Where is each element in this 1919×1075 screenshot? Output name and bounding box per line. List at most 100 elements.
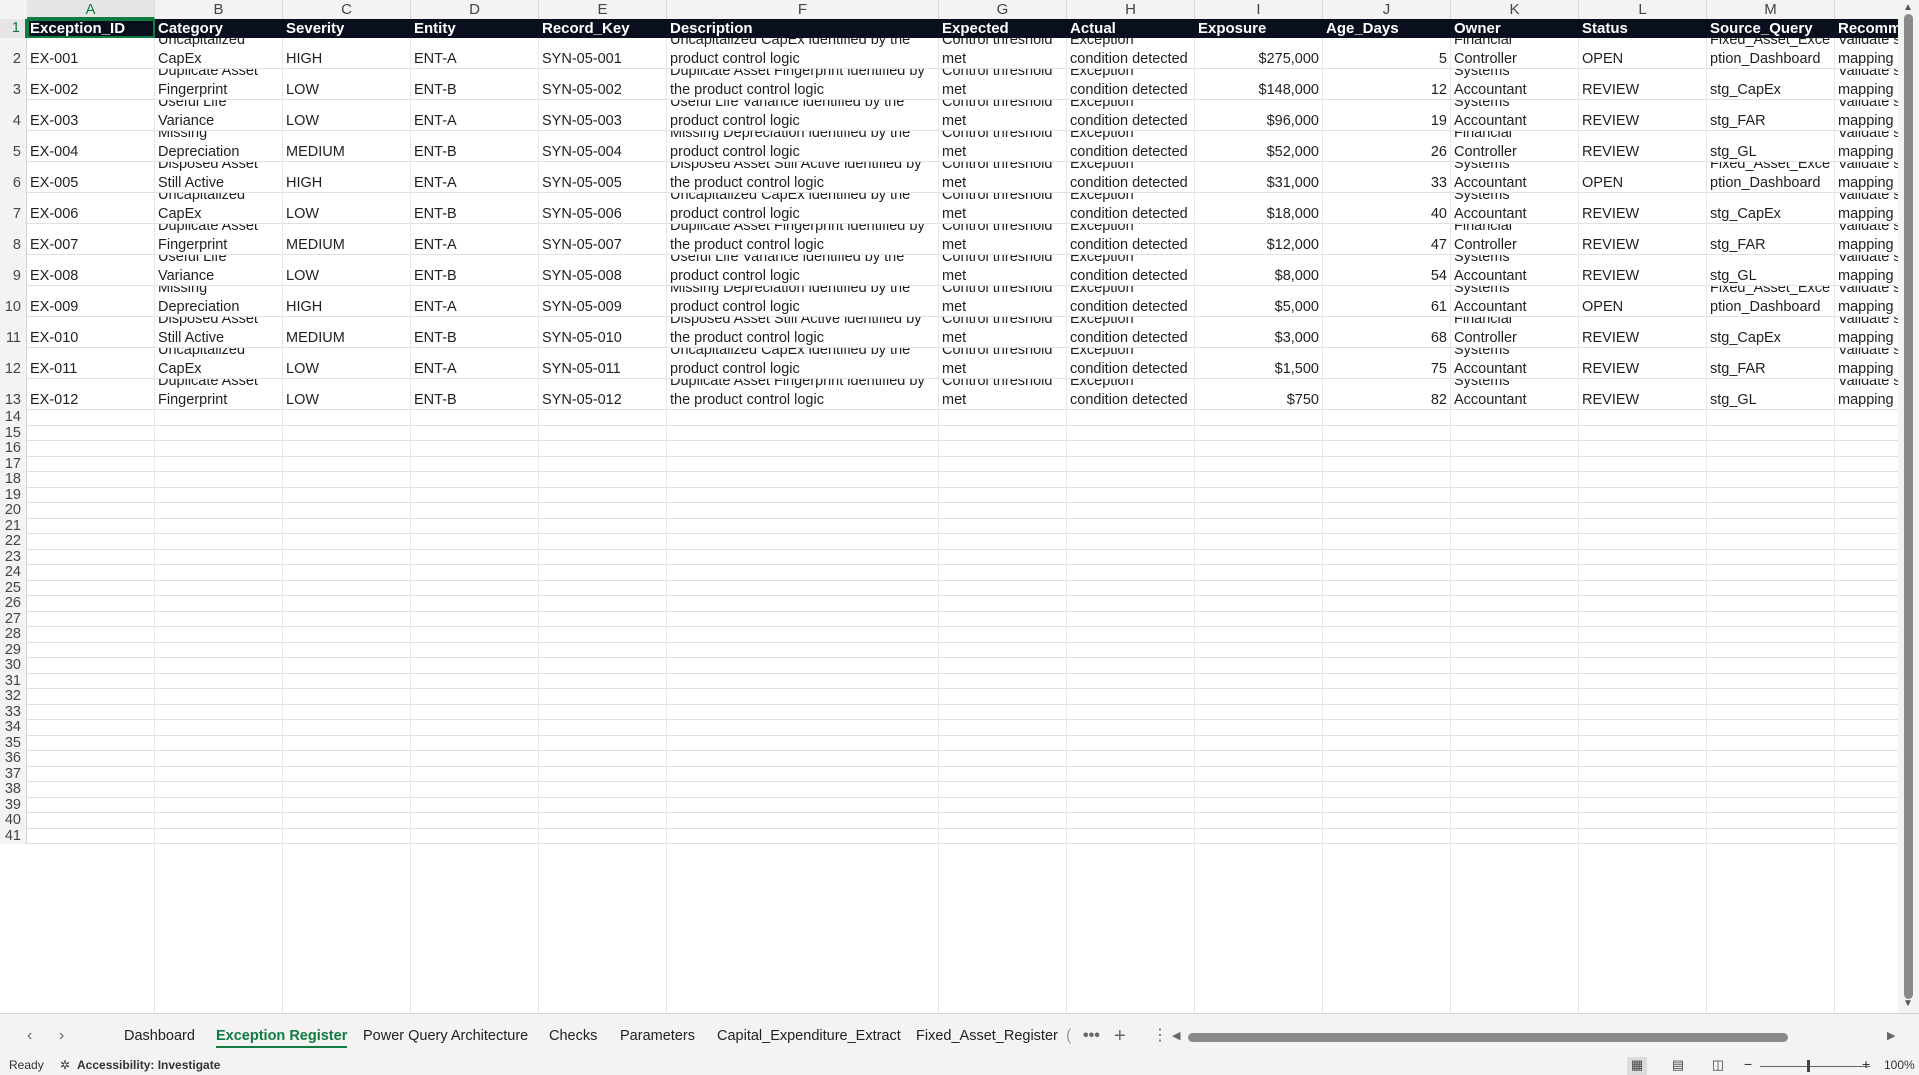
cell-description[interactable]: Disposed Asset Still Active identified b… — [667, 317, 939, 348]
cell-exposure[interactable]: $31,000 — [1195, 162, 1323, 193]
cell-entity[interactable]: ENT-B — [411, 379, 539, 410]
empty-row[interactable] — [27, 674, 1898, 689]
row-header[interactable]: 24 — [0, 564, 27, 581]
cell-category[interactable]: Missing Depreciation — [155, 286, 283, 317]
row-header[interactable]: 9 — [0, 255, 27, 286]
zoom-level[interactable]: 100% — [1884, 1058, 1915, 1072]
cell-exposure[interactable]: $12,000 — [1195, 224, 1323, 255]
empty-row[interactable] — [27, 689, 1898, 705]
cell-record-key[interactable]: SYN-05-010 — [539, 317, 667, 348]
cell-actual[interactable]: Exception condition detected — [1067, 379, 1195, 410]
header-status[interactable]: Status — [1579, 19, 1707, 38]
column-header-I[interactable]: I — [1195, 0, 1323, 19]
cell-age-days[interactable]: 5 — [1323, 38, 1451, 69]
zoom-slider-knob[interactable] — [1807, 1060, 1810, 1072]
cell-category[interactable]: Useful Life Variance — [155, 255, 283, 286]
row-header[interactable]: 17 — [0, 456, 27, 472]
cell-severity[interactable]: LOW — [283, 379, 411, 410]
column-header-K[interactable]: K — [1451, 0, 1579, 19]
cell-actual[interactable]: Exception condition detected — [1067, 224, 1195, 255]
header-category[interactable]: Category — [155, 19, 283, 38]
row-header[interactable]: 35 — [0, 735, 27, 751]
cell-exposure[interactable]: $52,000 — [1195, 131, 1323, 162]
page-break-preview-icon[interactable]: ◫ — [1708, 1057, 1728, 1075]
cell-age-days[interactable]: 82 — [1323, 379, 1451, 410]
cell-description[interactable]: Uncapitalized CapEx identified by the pro… — [667, 193, 939, 224]
cell-status[interactable]: REVIEW — [1579, 193, 1707, 224]
cell-exposure[interactable]: $96,000 — [1195, 100, 1323, 131]
cell-exposure[interactable]: $750 — [1195, 379, 1323, 410]
cell-owner[interactable]: Financial Controller — [1451, 224, 1579, 255]
row-header[interactable]: 19 — [0, 487, 27, 503]
cell-exposure[interactable]: $1,500 — [1195, 348, 1323, 379]
cell-record-key[interactable]: SYN-05-001 — [539, 38, 667, 69]
cell-exposure[interactable]: $5,000 — [1195, 286, 1323, 317]
empty-row[interactable] — [27, 658, 1898, 674]
cell-status[interactable]: OPEN — [1579, 38, 1707, 69]
cell-status[interactable]: REVIEW — [1579, 100, 1707, 131]
cell-source-query[interactable]: stg_FAR — [1707, 348, 1835, 379]
cell-recommendation[interactable]: Validate s mapping — [1835, 317, 1898, 348]
cell-actual[interactable]: Exception condition detected — [1067, 69, 1195, 100]
empty-row[interactable] — [27, 472, 1898, 488]
empty-row[interactable] — [27, 705, 1898, 720]
cell-source-query[interactable]: stg_CapEx — [1707, 193, 1835, 224]
column-header-G[interactable]: G — [939, 0, 1067, 19]
cell-age-days[interactable]: 47 — [1323, 224, 1451, 255]
row-header[interactable]: 29 — [0, 642, 27, 658]
cell-source-query[interactable]: Fixed_Asset_Exce ption_Dashboard — [1707, 38, 1835, 69]
cell-exception-id[interactable]: EX-009 — [27, 286, 155, 317]
cell-exposure[interactable]: $18,000 — [1195, 193, 1323, 224]
row-header[interactable]: 7 — [0, 193, 27, 224]
cell-owner[interactable]: Systems Accountant — [1451, 193, 1579, 224]
cell-owner[interactable]: Systems Accountant — [1451, 379, 1579, 410]
header-entity[interactable]: Entity — [411, 19, 539, 38]
cell-category[interactable]: Uncapitalized CapEx — [155, 38, 283, 69]
cell-category[interactable]: Duplicate Asset Fingerprint — [155, 224, 283, 255]
cell-recommendation[interactable]: Validate s mapping — [1835, 348, 1898, 379]
cell-actual[interactable]: Exception condition detected — [1067, 162, 1195, 193]
empty-row[interactable] — [27, 581, 1898, 596]
cell-age-days[interactable]: 75 — [1323, 348, 1451, 379]
chevron-right-icon[interactable]: › — [59, 1014, 64, 1058]
cell-exception-id[interactable]: EX-006 — [27, 193, 155, 224]
empty-row[interactable] — [27, 457, 1898, 472]
cell-description[interactable]: Disposed Asset Still Active identified b… — [667, 162, 939, 193]
cell-age-days[interactable]: 40 — [1323, 193, 1451, 224]
cell-expected[interactable]: Control threshold met — [939, 193, 1067, 224]
cell-severity[interactable]: LOW — [283, 100, 411, 131]
cell-description[interactable]: Uncapitalized CapEx identified by the pro… — [667, 348, 939, 379]
empty-row[interactable] — [27, 488, 1898, 503]
cell-exception-id[interactable]: EX-007 — [27, 224, 155, 255]
cell-severity[interactable]: MEDIUM — [283, 224, 411, 255]
tab-exception-register[interactable]: Exception Register — [216, 1014, 348, 1058]
row-header[interactable]: 31 — [0, 673, 27, 689]
chevron-left-icon[interactable]: ‹ — [27, 1014, 32, 1058]
tab-dashboard[interactable]: Dashboard — [124, 1014, 195, 1058]
column-header-partial[interactable] — [1835, 0, 1898, 19]
cell-expected[interactable]: Control threshold met — [939, 131, 1067, 162]
cell-age-days[interactable]: 26 — [1323, 131, 1451, 162]
cell-exception-id[interactable]: EX-008 — [27, 255, 155, 286]
empty-row[interactable] — [27, 441, 1898, 457]
row-header[interactable]: 27 — [0, 611, 27, 627]
cell-entity[interactable]: ENT-A — [411, 100, 539, 131]
spreadsheet-grid[interactable]: ABCDEFGHIJKLM Exception_ID Category Severi… — [0, 0, 1898, 1013]
empty-row[interactable] — [27, 612, 1898, 627]
column-header-L[interactable]: L — [1579, 0, 1707, 19]
cell-recommendation[interactable]: Validate s mapping — [1835, 38, 1898, 69]
cell-owner[interactable]: Systems Accountant — [1451, 162, 1579, 193]
empty-row[interactable] — [27, 534, 1898, 550]
row-header[interactable]: 4 — [0, 100, 27, 131]
row-header[interactable]: 2 — [0, 38, 27, 69]
row-header[interactable]: 32 — [0, 688, 27, 705]
horizontal-scroll-thumb[interactable] — [1188, 1033, 1788, 1042]
cell-expected[interactable]: Control threshold met — [939, 379, 1067, 410]
row-header[interactable]: 37 — [0, 766, 27, 782]
cell-recommendation[interactable]: Validate s mapping — [1835, 69, 1898, 100]
cell-category[interactable]: Uncapitalized CapEx — [155, 193, 283, 224]
cell-entity[interactable]: ENT-A — [411, 162, 539, 193]
cell-record-key[interactable]: SYN-05-008 — [539, 255, 667, 286]
cell-source-query[interactable]: stg_CapEx — [1707, 317, 1835, 348]
column-header-C[interactable]: C — [283, 0, 411, 19]
